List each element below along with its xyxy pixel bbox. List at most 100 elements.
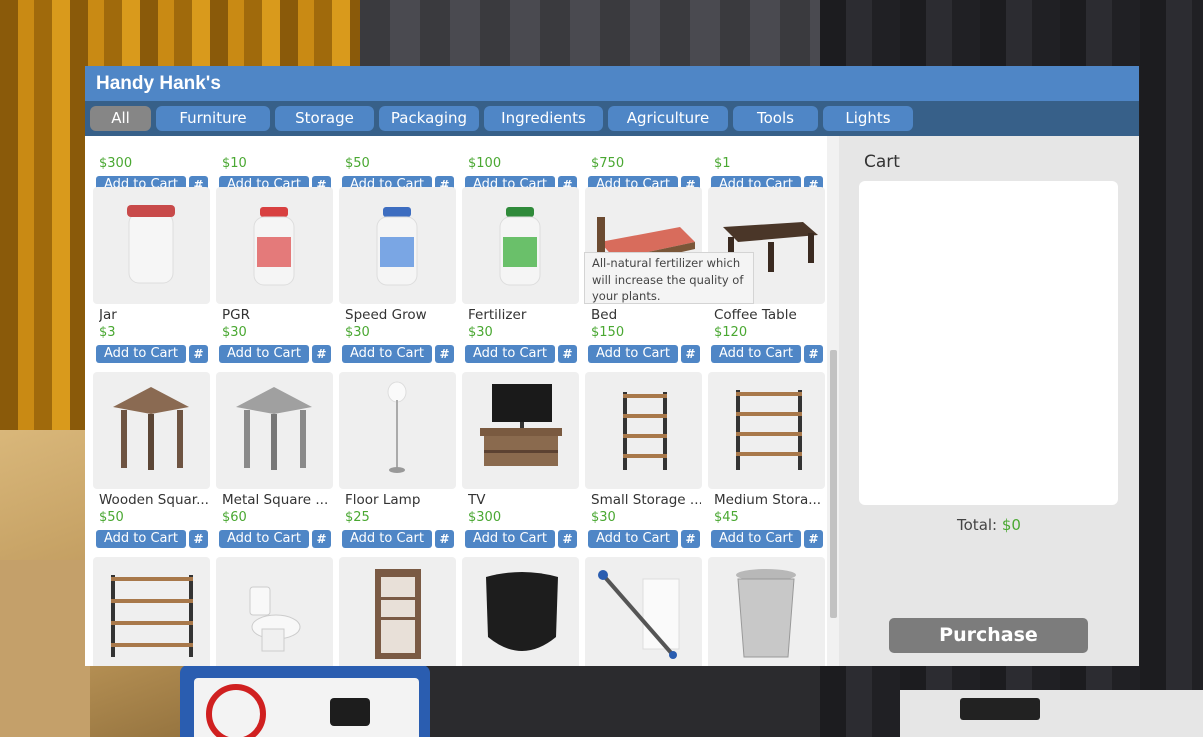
product-card[interactable] bbox=[585, 557, 702, 666]
tab-ingredients[interactable]: Ingredients bbox=[484, 106, 603, 131]
product-card[interactable] bbox=[462, 557, 579, 666]
add-to-cart-button[interactable]: Add to Cart bbox=[465, 345, 555, 363]
no-cash-icon bbox=[206, 684, 266, 737]
product-card[interactable]: Jar $3 Add to Cart # bbox=[93, 187, 210, 367]
quantity-button[interactable]: # bbox=[804, 530, 823, 548]
product-card[interactable]: Small Storage ... $30 Add to Cart # bbox=[585, 372, 702, 552]
add-to-cart-button[interactable]: Add to Cart bbox=[711, 530, 801, 548]
metal-table-icon[interactable] bbox=[216, 372, 333, 489]
trash-can-icon[interactable] bbox=[708, 557, 825, 666]
tab-agriculture[interactable]: Agriculture bbox=[608, 106, 728, 131]
trash-bag-icon[interactable] bbox=[462, 557, 579, 666]
credit-card-icon bbox=[330, 698, 370, 726]
product-card[interactable]: Fertilizer $30 Add to Cart # bbox=[462, 187, 579, 367]
product-price: $30 bbox=[591, 510, 616, 525]
counter bbox=[900, 690, 1203, 737]
toilet-icon[interactable] bbox=[216, 557, 333, 666]
product-price: $30 bbox=[345, 325, 370, 340]
product-card[interactable]: Floor Lamp $25 Add to Cart # bbox=[339, 372, 456, 552]
add-to-cart-button[interactable]: Add to Cart bbox=[96, 530, 186, 548]
product-name: Speed Grow bbox=[345, 307, 427, 323]
pgr-bottle-icon[interactable] bbox=[216, 187, 333, 304]
cart-list[interactable] bbox=[859, 181, 1118, 505]
product-card[interactable]: Metal Square ... $60 Add to Cart # bbox=[216, 372, 333, 552]
product-card[interactable] bbox=[339, 557, 456, 666]
medium-rack-icon[interactable] bbox=[708, 372, 825, 489]
quantity-button[interactable]: # bbox=[558, 345, 577, 363]
product-card[interactable] bbox=[216, 557, 333, 666]
product-card[interactable] bbox=[93, 557, 210, 666]
product-card[interactable]: Medium Stora... $45 Add to Cart # bbox=[708, 372, 825, 552]
total-value: $0 bbox=[1001, 516, 1021, 534]
product-price: $300 bbox=[99, 156, 133, 171]
product-price: $30 bbox=[468, 325, 493, 340]
product-card[interactable]: Wooden Squar... $50 Add to Cart # bbox=[93, 372, 210, 552]
speed-grow-bottle-icon[interactable] bbox=[339, 187, 456, 304]
add-to-cart-button[interactable]: Add to Cart bbox=[219, 530, 309, 548]
quantity-button[interactable]: # bbox=[312, 530, 331, 548]
tab-storage[interactable]: Storage bbox=[275, 106, 374, 131]
product-name: Fertilizer bbox=[468, 307, 527, 323]
add-to-cart-button[interactable]: Add to Cart bbox=[588, 345, 678, 363]
product-card[interactable] bbox=[708, 557, 825, 666]
product-grid[interactable]: $300 Add to Cart # $10 Add to Cart # $50 Add to… bbox=[85, 136, 839, 666]
tab-tools[interactable]: Tools bbox=[733, 106, 818, 131]
tab-all[interactable]: All bbox=[90, 106, 151, 131]
product-price: $750 bbox=[591, 156, 625, 171]
product-name: Coffee Table bbox=[714, 307, 797, 323]
product-name: Wooden Squar... bbox=[99, 492, 209, 508]
trash-grabber-icon[interactable] bbox=[585, 557, 702, 666]
product-card[interactable]: Speed Grow $30 Add to Cart # bbox=[339, 187, 456, 367]
stair-step bbox=[0, 560, 90, 737]
tv-icon[interactable] bbox=[462, 372, 579, 489]
product-name: TV bbox=[468, 492, 486, 508]
quantity-button[interactable]: # bbox=[435, 345, 454, 363]
category-tabs: All Furniture Storage Packaging Ingredie… bbox=[85, 101, 1139, 136]
product-price: $150 bbox=[591, 325, 625, 340]
total-label: Total: bbox=[957, 516, 998, 534]
product-name: Bed bbox=[591, 307, 618, 323]
quantity-button[interactable]: # bbox=[435, 530, 454, 548]
quantity-button[interactable]: # bbox=[804, 345, 823, 363]
quantity-button[interactable]: # bbox=[312, 345, 331, 363]
cart-title: Cart bbox=[864, 152, 900, 172]
floor-lamp-icon[interactable] bbox=[339, 372, 456, 489]
product-price: $100 bbox=[468, 156, 502, 171]
title-bar: Handy Hank's bbox=[85, 66, 1139, 101]
item-tooltip: All-natural fertilizer which will increa… bbox=[584, 252, 754, 304]
add-to-cart-button[interactable]: Add to Cart bbox=[465, 530, 555, 548]
product-name: Metal Square ... bbox=[222, 492, 329, 508]
product-price: $10 bbox=[222, 156, 247, 171]
large-rack-icon[interactable] bbox=[93, 557, 210, 666]
product-name: Small Storage ... bbox=[591, 492, 701, 508]
quantity-button[interactable]: # bbox=[681, 345, 700, 363]
quantity-button[interactable]: # bbox=[558, 530, 577, 548]
small-rack-icon[interactable] bbox=[585, 372, 702, 489]
quantity-button[interactable]: # bbox=[189, 530, 208, 548]
add-to-cart-button[interactable]: Add to Cart bbox=[711, 345, 801, 363]
add-to-cart-button[interactable]: Add to Cart bbox=[342, 345, 432, 363]
product-price: $45 bbox=[714, 510, 739, 525]
quantity-button[interactable]: # bbox=[681, 530, 700, 548]
wooden-table-icon[interactable] bbox=[93, 372, 210, 489]
quantity-button[interactable]: # bbox=[189, 345, 208, 363]
product-card[interactable]: PGR $30 Add to Cart # bbox=[216, 187, 333, 367]
product-price: $3 bbox=[99, 325, 116, 340]
product-price: $300 bbox=[468, 510, 502, 525]
add-to-cart-button[interactable]: Add to Cart bbox=[588, 530, 678, 548]
tab-furniture[interactable]: Furniture bbox=[156, 106, 270, 131]
product-name: Jar bbox=[99, 307, 117, 323]
display-cabinet-icon[interactable] bbox=[339, 557, 456, 666]
product-card[interactable]: TV $300 Add to Cart # bbox=[462, 372, 579, 552]
product-price: $120 bbox=[714, 325, 748, 340]
purchase-button[interactable]: Purchase bbox=[889, 618, 1088, 653]
tab-lights[interactable]: Lights bbox=[823, 106, 913, 131]
add-to-cart-button[interactable]: Add to Cart bbox=[96, 345, 186, 363]
add-to-cart-button[interactable]: Add to Cart bbox=[219, 345, 309, 363]
tab-packaging[interactable]: Packaging bbox=[379, 106, 479, 131]
add-to-cart-button[interactable]: Add to Cart bbox=[342, 530, 432, 548]
scrollbar-thumb[interactable] bbox=[830, 350, 837, 618]
product-price: $30 bbox=[222, 325, 247, 340]
jar-icon[interactable] bbox=[93, 187, 210, 304]
fertilizer-bottle-icon[interactable] bbox=[462, 187, 579, 304]
